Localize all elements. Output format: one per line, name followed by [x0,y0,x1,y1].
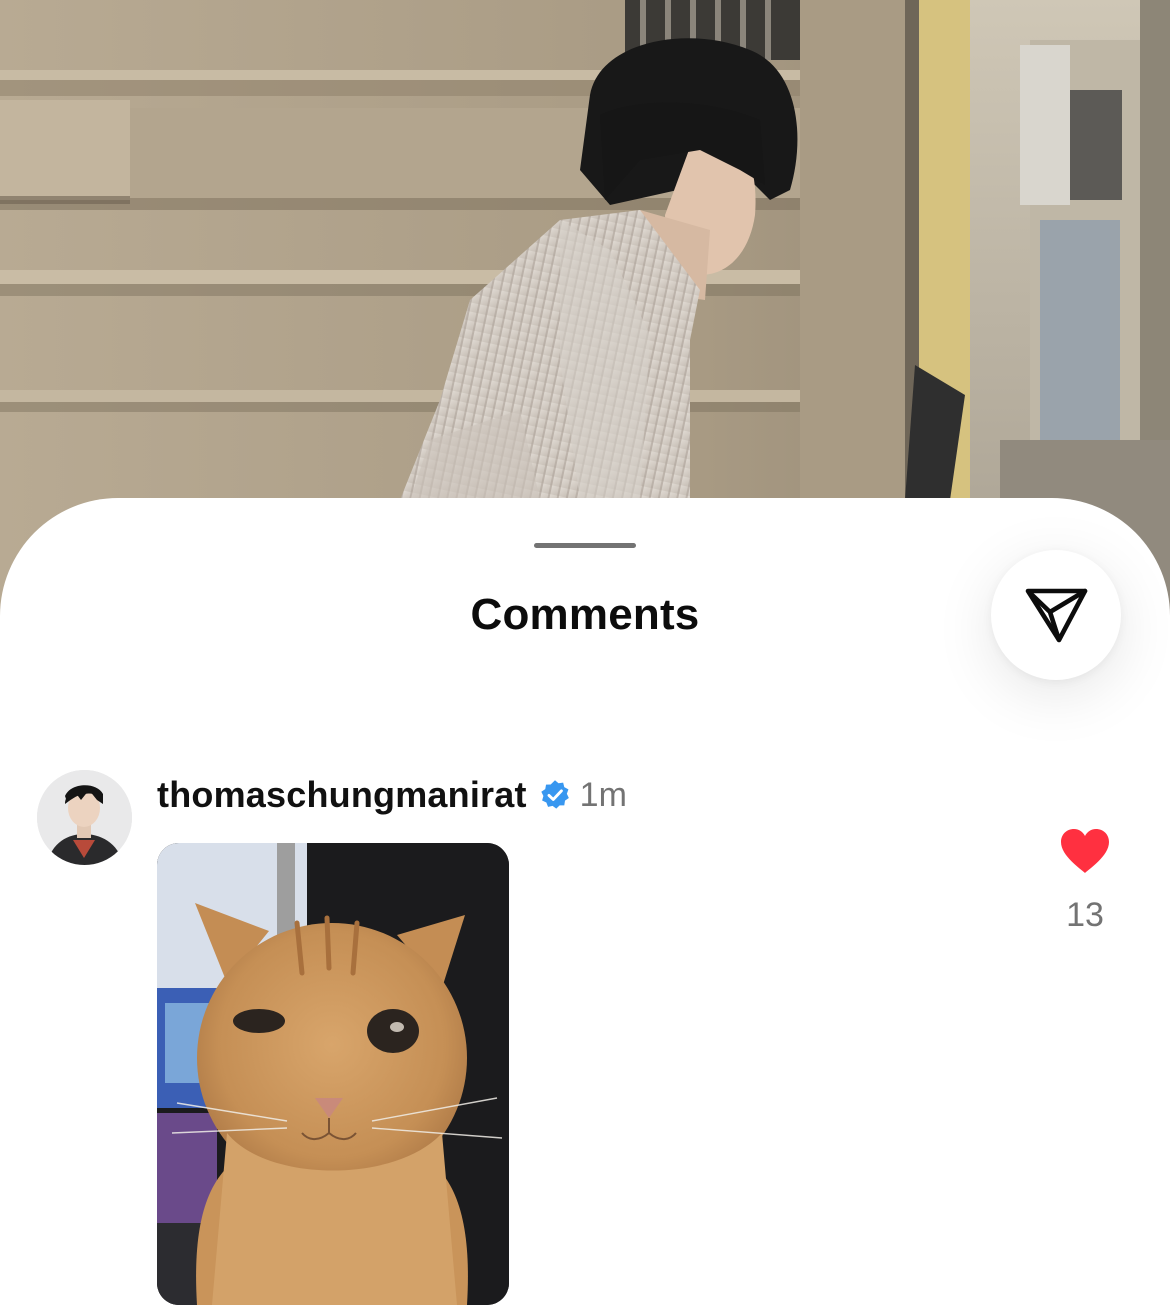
paper-plane-icon [1025,588,1088,643]
comment-header: thomaschungmanirat 1m [157,770,627,820]
share-button[interactable] [991,550,1121,680]
comment-username[interactable]: thomaschungmanirat [157,774,527,816]
like-count: 13 [1066,896,1104,934]
heart-icon[interactable] [1059,827,1111,875]
screen: Comments thomaschungmanirat 1m 13 [0,0,1170,1315]
avatar[interactable] [37,770,132,865]
comment-media-cat-photo[interactable] [157,843,509,1305]
comments-sheet: Comments thomaschungmanirat 1m 13 [0,498,1170,1315]
verified-badge-icon [540,780,569,809]
sheet-grab-handle[interactable] [534,543,636,548]
comment-timestamp: 1m [579,775,627,814]
